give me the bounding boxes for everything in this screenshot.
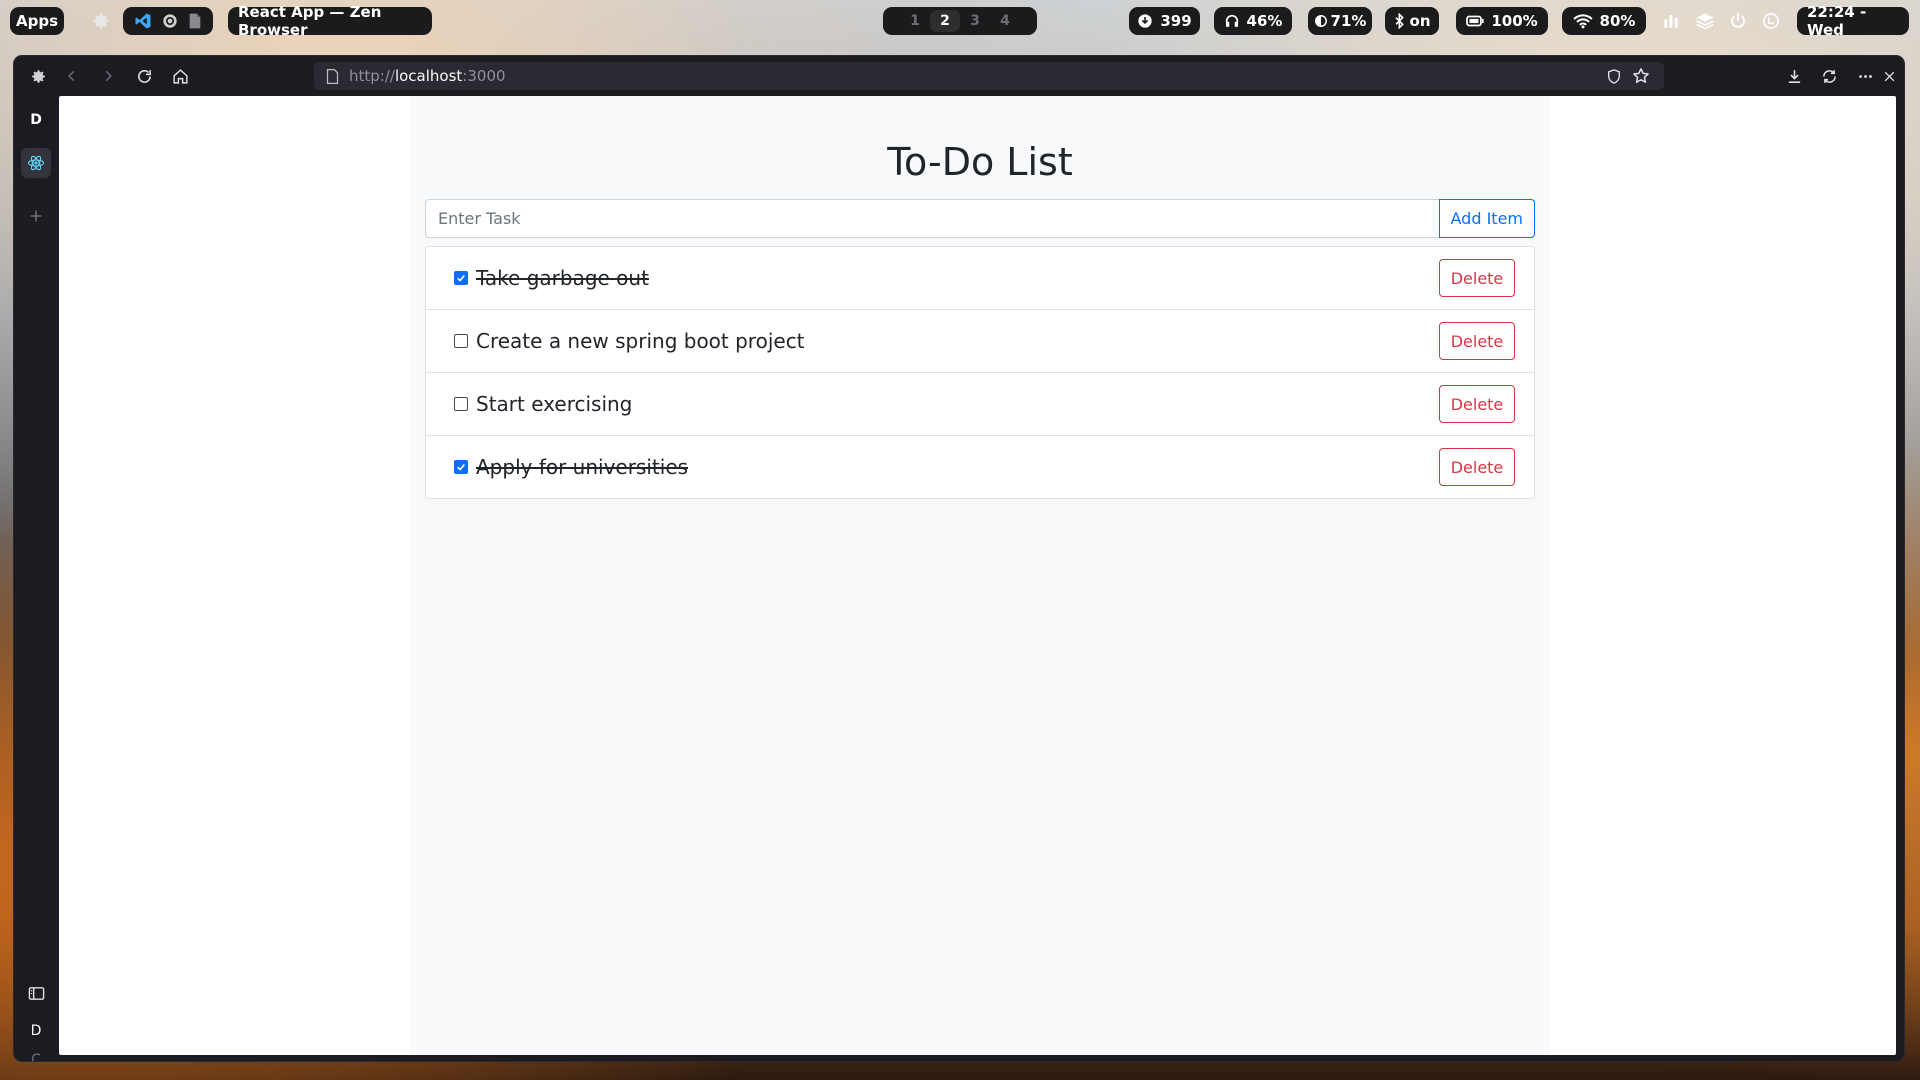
new-tab-icon[interactable] (21, 201, 51, 231)
add-task-form: Add Item (425, 199, 1535, 238)
apps-button[interactable]: Apps (10, 7, 64, 35)
task-item: Create a new spring boot project Delete (426, 309, 1534, 372)
brightness-icon (1314, 15, 1327, 27)
system-top-panel: Apps React App — Zen Browser 1 2 3 4 399… (0, 0, 1920, 42)
close-icon[interactable] (1877, 64, 1901, 88)
home-icon[interactable] (168, 64, 192, 88)
volume-indicator[interactable]: 46% (1214, 7, 1292, 35)
checkmark-icon (457, 463, 465, 471)
volume-value: 46% (1246, 12, 1283, 30)
obs-icon[interactable] (162, 13, 178, 29)
task-item: Apply for universities Delete (426, 435, 1534, 498)
settings-icon[interactable] (86, 7, 116, 35)
workspace-switcher: 1 2 3 4 (883, 7, 1037, 35)
active-window-title: React App — Zen Browser (228, 3, 432, 39)
bluetooth-indicator[interactable]: on (1385, 7, 1439, 35)
task-list: Take garbage out Delete Create a new spr… (425, 246, 1535, 499)
wifi-indicator[interactable]: 80% (1562, 7, 1646, 35)
checkmark-icon (457, 274, 465, 282)
page-title: To-Do List (887, 140, 1073, 184)
task-checkbox[interactable] (454, 271, 468, 285)
task-text: Apply for universities (476, 455, 689, 479)
todo-app: To-Do List Add Item Take garbage out Del… (410, 96, 1550, 1055)
sidebar-toggle-icon[interactable] (21, 978, 51, 1008)
workspace-indicator[interactable]: D (21, 105, 51, 135)
download-circle-icon (1138, 14, 1153, 28)
extensions-icon[interactable] (1817, 64, 1841, 88)
clock-text: 22:24 - Wed (1807, 3, 1867, 39)
clock[interactable]: 22:24 - Wed (1797, 3, 1909, 39)
browser-toolbar: http://localhost:3000 (14, 56, 1904, 96)
address-bar[interactable]: http://localhost:3000 (314, 62, 1664, 90)
task-text: Start exercising (476, 392, 633, 416)
bookmark-star-icon[interactable] (1632, 67, 1650, 85)
headphones-icon (1225, 14, 1238, 27)
delete-button[interactable]: Delete (1439, 322, 1515, 360)
window-title-text: React App — Zen Browser (238, 3, 382, 39)
wifi-icon (1573, 14, 1592, 29)
more-options-icon[interactable] (1853, 64, 1877, 88)
react-icon (27, 155, 45, 171)
task-checkbox[interactable] (454, 397, 468, 411)
url-scheme: http:// (349, 67, 395, 85)
browser-sidebar: D D C (14, 96, 59, 1061)
browser-window: http://localhost:3000 D D C To-Do List E… (14, 56, 1904, 1061)
workspace-4[interactable]: 4 (990, 10, 1020, 32)
brightness-value: 71% (1330, 12, 1367, 30)
url-host: localhost (394, 67, 463, 85)
reload-icon[interactable] (132, 64, 156, 88)
task-checkbox[interactable] (454, 334, 468, 348)
shield-icon[interactable] (1606, 68, 1622, 85)
battery-indicator[interactable]: 100% (1456, 7, 1548, 35)
brightness-indicator[interactable]: 71% (1308, 7, 1372, 35)
power-icon[interactable] (1723, 7, 1753, 35)
add-item-button[interactable]: Add Item (1438, 199, 1535, 238)
task-text: Take garbage out (476, 266, 649, 290)
back-icon[interactable] (60, 64, 84, 88)
bluetooth-icon (1394, 13, 1404, 29)
battery-value: 100% (1491, 12, 1538, 30)
stats-icon[interactable] (1656, 7, 1686, 35)
apps-label: Apps (16, 12, 59, 30)
url-port: :3000 (462, 67, 506, 85)
updates-count: 399 (1160, 12, 1192, 30)
downloads-icon[interactable] (1782, 64, 1806, 88)
delete-button[interactable]: Delete (1439, 385, 1515, 423)
bluetooth-status: on (1409, 12, 1431, 30)
workspace-3[interactable]: 3 (960, 10, 990, 32)
task-item: Take garbage out Delete (426, 247, 1534, 309)
task-checkbox[interactable] (454, 460, 468, 474)
battery-icon (1466, 15, 1484, 27)
pinned-apps (123, 7, 213, 35)
page-icon (326, 68, 339, 84)
layers-icon[interactable] (1690, 7, 1720, 35)
task-item: Start exercising Delete (426, 372, 1534, 435)
wifi-value: 80% (1599, 12, 1636, 30)
delete-button[interactable]: Delete (1439, 259, 1515, 297)
task-input[interactable] (425, 199, 1439, 238)
browser-settings-icon[interactable] (26, 64, 50, 88)
updates-indicator[interactable]: 399 (1129, 7, 1200, 35)
delete-button[interactable]: Delete (1439, 448, 1515, 486)
task-text: Create a new spring boot project (476, 329, 805, 353)
workspace-2[interactable]: 2 (930, 10, 960, 32)
clock-widget-icon[interactable] (1756, 7, 1786, 35)
url-text: http://localhost:3000 (349, 67, 506, 85)
workspace-c-button[interactable]: C (21, 1045, 51, 1061)
vscode-icon[interactable] (134, 12, 152, 30)
page-viewport: To-Do List Add Item Take garbage out Del… (59, 96, 1896, 1055)
tab-react-app[interactable] (21, 148, 51, 178)
workspace-1[interactable]: 1 (900, 10, 930, 32)
workspace-d-button[interactable]: D (21, 1016, 51, 1046)
forward-icon[interactable] (96, 64, 120, 88)
file-icon[interactable] (188, 13, 202, 29)
